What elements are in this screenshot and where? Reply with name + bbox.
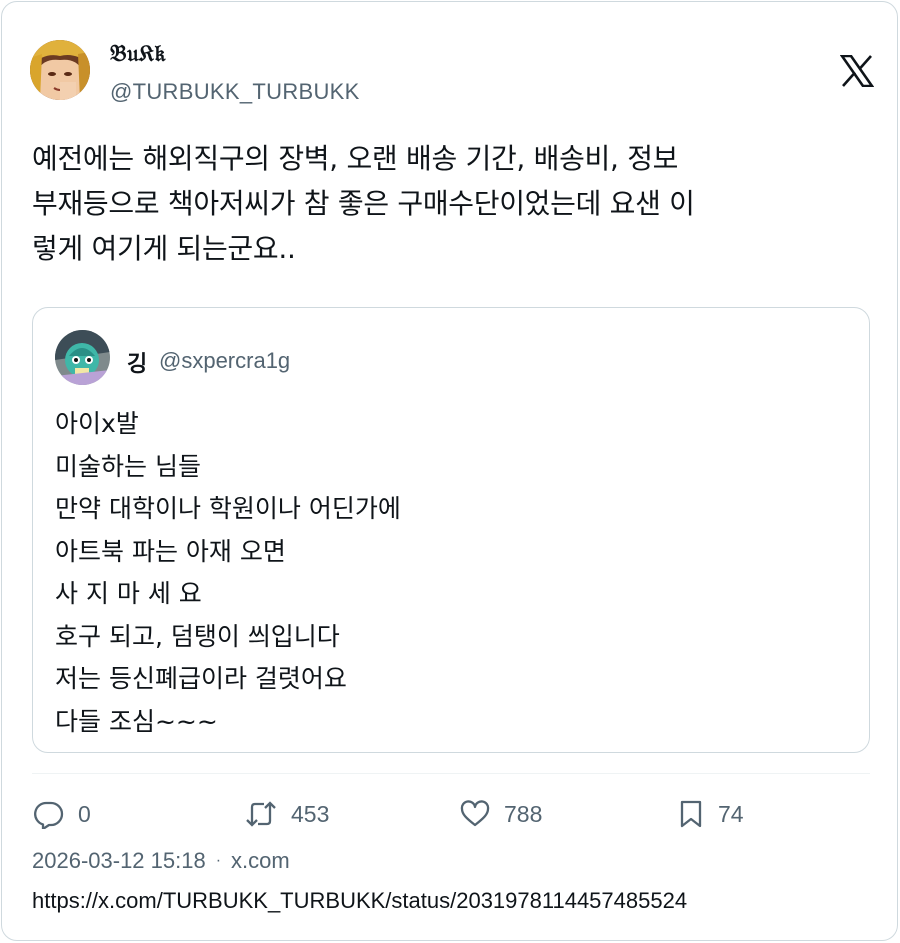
tweet-url[interactable]: https://x.com/TURBUKK_TURBUKK/status/203… <box>32 888 687 914</box>
quoted-tweet-text: 아이x발 미술하는 님들 만약 대학이나 학원이나 어딘가에 아트북 파는 아재… <box>55 409 401 736</box>
bookmark-count: 74 <box>718 800 744 827</box>
reply-count: 0 <box>78 800 91 827</box>
retweet-button[interactable]: 453 <box>245 795 329 833</box>
tweet-card: 𝔅𝔲𝔎𝔨 @TURBUKK_TURBUKK 예전에는 해외직구의 장벽, 오랜 … <box>1 1 898 941</box>
retweet-icon <box>245 799 277 829</box>
quoted-tweet[interactable]: 깅 @sxpercra1g 아이x발 미술하는 님들 만약 대학이나 학원이나 … <box>32 307 870 753</box>
quoted-author-avatar[interactable] <box>55 330 110 385</box>
author-display-name[interactable]: 𝔅𝔲𝔎𝔨 <box>110 40 166 67</box>
bookmark-button[interactable]: 74 <box>678 795 744 833</box>
like-button[interactable]: 788 <box>460 795 542 833</box>
tweet-meta: 2026-03-12 15:18 · x.com <box>32 848 290 874</box>
heart-icon <box>460 800 490 828</box>
timestamp[interactable]: 2026-03-12 15:18 <box>32 848 206 874</box>
bookmark-icon <box>678 799 704 829</box>
reply-button[interactable]: 0 <box>34 795 91 833</box>
tweet-text: 예전에는 해외직구의 장벽, 오랜 배송 기간, 배송비, 정보 부재등으로 책… <box>32 142 695 265</box>
retweet-count: 453 <box>291 800 330 827</box>
like-count: 788 <box>504 800 543 827</box>
reply-icon <box>34 799 64 829</box>
divider <box>32 773 870 774</box>
author-avatar[interactable] <box>30 40 90 100</box>
source-label: x.com <box>231 848 290 873</box>
quoted-author-handle[interactable]: @sxpercra1g <box>159 348 290 374</box>
meta-separator: · <box>215 852 222 869</box>
x-logo-icon[interactable] <box>839 54 875 88</box>
quoted-author-name[interactable]: 깅 <box>127 346 147 378</box>
author-handle[interactable]: @TURBUKK_TURBUKK <box>110 79 360 105</box>
